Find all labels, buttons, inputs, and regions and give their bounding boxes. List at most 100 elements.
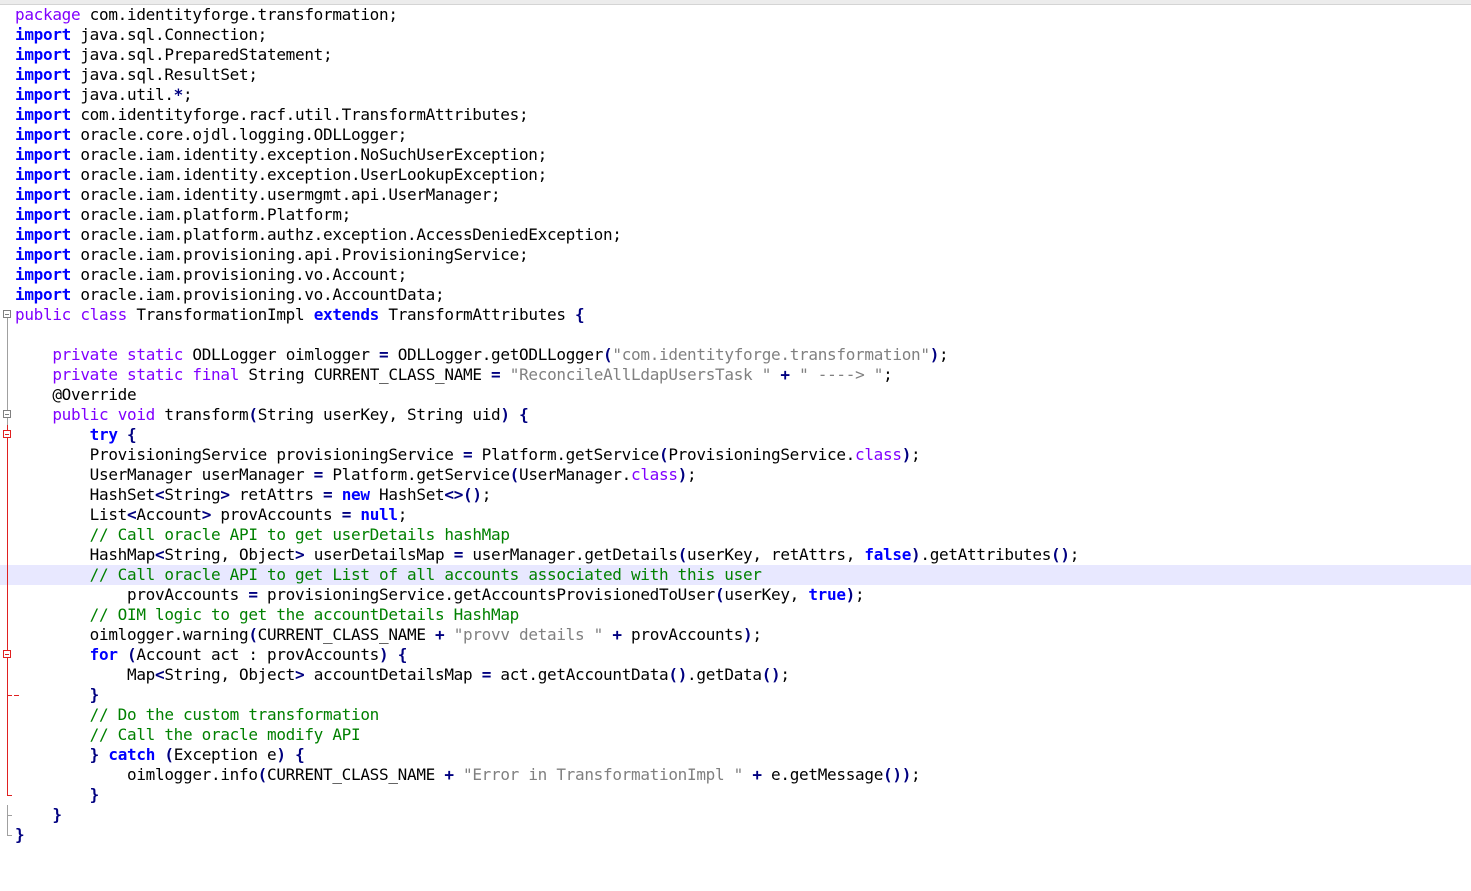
code-token: java.util. bbox=[71, 85, 174, 104]
fold-gutter bbox=[0, 5, 14, 25]
fold-gutter bbox=[0, 45, 14, 65]
fold-guide-line bbox=[7, 445, 8, 465]
keyword-token: import bbox=[15, 85, 71, 104]
fold-guide-line bbox=[7, 625, 8, 645]
fold-collapse-icon[interactable] bbox=[3, 310, 11, 318]
modifier-token: static bbox=[127, 345, 184, 364]
fold-guide-line bbox=[7, 565, 8, 585]
code-line[interactable]: public class TransformationImpl extends … bbox=[0, 305, 1471, 325]
code-line[interactable]: package com.identityforge.transformation… bbox=[0, 5, 1471, 25]
code-line[interactable]: import java.sql.ResultSet; bbox=[0, 65, 1471, 85]
code-token: ; bbox=[183, 85, 193, 104]
code-line[interactable]: HashSet<String> retAttrs = new HashSet<>… bbox=[0, 485, 1471, 505]
operator-token: { bbox=[519, 405, 529, 424]
code-line[interactable]: } bbox=[0, 805, 1471, 825]
fold-collapse-icon[interactable] bbox=[3, 410, 11, 418]
code-text: HashSet<String> retAttrs = new HashSet<>… bbox=[15, 485, 492, 505]
code-token: Exception e bbox=[173, 745, 277, 764]
code-line[interactable]: import oracle.iam.identity.exception.Use… bbox=[0, 165, 1471, 185]
code-line[interactable]: provAccounts = provisioningService.getAc… bbox=[0, 585, 1471, 605]
code-token: HashSet bbox=[369, 485, 445, 504]
code-line[interactable]: try { bbox=[0, 425, 1471, 445]
fold-gutter bbox=[0, 785, 14, 805]
code-token: ; bbox=[939, 345, 949, 364]
code-token: java.sql.ResultSet; bbox=[71, 65, 258, 84]
code-token: ; bbox=[752, 625, 762, 644]
keyword-token: import bbox=[15, 45, 71, 64]
code-line[interactable] bbox=[0, 325, 1471, 345]
fold-guide-line bbox=[7, 816, 8, 825]
code-editor[interactable]: package com.identityforge.transformation… bbox=[0, 5, 1471, 851]
operator-token: ( bbox=[714, 585, 725, 604]
code-text: import oracle.iam.platform.authz.excepti… bbox=[15, 225, 622, 245]
code-token: ; bbox=[883, 365, 893, 384]
code-line[interactable]: public void transform(String userKey, St… bbox=[0, 405, 1471, 425]
code-line[interactable]: import oracle.iam.identity.exception.NoS… bbox=[0, 145, 1471, 165]
code-line[interactable]: for (Account act : provAccounts) { bbox=[0, 645, 1471, 665]
code-line[interactable]: UserManager userManager = Platform.getSe… bbox=[0, 465, 1471, 485]
code-line[interactable]: import oracle.iam.identity.usermgmt.api.… bbox=[0, 185, 1471, 205]
operator-token: ) bbox=[276, 745, 286, 764]
code-line[interactable]: // Call the oracle modify API bbox=[0, 725, 1471, 745]
code-text: import java.sql.ResultSet; bbox=[15, 65, 258, 85]
code-line[interactable]: Map<String, Object> accountDetailsMap = … bbox=[0, 665, 1471, 685]
code-line[interactable]: import java.sql.PreparedStatement; bbox=[0, 45, 1471, 65]
code-line[interactable]: // OIM logic to get the accountDetails H… bbox=[0, 605, 1471, 625]
code-line[interactable]: import oracle.iam.provisioning.vo.Accoun… bbox=[0, 285, 1471, 305]
fold-guide-line bbox=[7, 585, 8, 605]
operator-token: <>() bbox=[444, 485, 482, 504]
code-line[interactable]: import oracle.iam.provisioning.api.Provi… bbox=[0, 245, 1471, 265]
code-line[interactable]: private static final String CURRENT_CLAS… bbox=[0, 365, 1471, 385]
code-line[interactable]: import java.util.*; bbox=[0, 85, 1471, 105]
code-line[interactable]: import com.identityforge.racf.util.Trans… bbox=[0, 105, 1471, 125]
operator-token: () bbox=[761, 665, 781, 684]
fold-collapse-icon[interactable] bbox=[3, 430, 11, 438]
code-line[interactable]: } catch (Exception e) { bbox=[0, 745, 1471, 765]
operator-token: < bbox=[127, 505, 137, 524]
code-line[interactable]: // Do the custom transformation bbox=[0, 705, 1471, 725]
keyword-token: try bbox=[89, 425, 118, 444]
code-line[interactable]: } bbox=[0, 685, 1471, 705]
code-line[interactable]: import oracle.iam.provisioning.vo.Accoun… bbox=[0, 265, 1471, 285]
operator-token: = bbox=[323, 485, 333, 504]
fold-gutter bbox=[0, 145, 14, 165]
code-line[interactable]: import oracle.iam.platform.authz.excepti… bbox=[0, 225, 1471, 245]
code-line[interactable]: oimlogger.warning(CURRENT_CLASS_NAME + "… bbox=[0, 625, 1471, 645]
code-line[interactable]: @Override bbox=[0, 385, 1471, 405]
comment-token: // OIM logic to get the accountDetails H… bbox=[89, 605, 520, 624]
code-line[interactable]: import java.sql.Connection; bbox=[0, 25, 1471, 45]
code-text: provAccounts = provisioningService.getAc… bbox=[15, 585, 865, 605]
code-line[interactable]: // Call oracle API to get userDetails ha… bbox=[0, 525, 1471, 545]
operator-token: ) bbox=[929, 345, 940, 364]
code-token: oracle.iam.identity.usermgmt.api.UserMan… bbox=[71, 185, 501, 204]
code-line-current[interactable]: // Call oracle API to get List of all ac… bbox=[0, 565, 1471, 585]
code-line[interactable]: ProvisioningService provisioningService … bbox=[0, 445, 1471, 465]
string-token: "provv details " bbox=[453, 625, 604, 644]
fold-collapse-icon[interactable] bbox=[3, 650, 11, 658]
operator-token: < bbox=[155, 665, 165, 684]
code-line[interactable]: import oracle.core.ojdl.logging.ODLLogge… bbox=[0, 125, 1471, 145]
operator-token: ( bbox=[659, 445, 669, 464]
code-line[interactable]: import oracle.iam.platform.Platform; bbox=[0, 205, 1471, 225]
code-text: // Call oracle API to get List of all ac… bbox=[15, 565, 762, 585]
code-line[interactable]: HashMap<String, Object> userDetailsMap =… bbox=[0, 545, 1471, 565]
code-token: CURRENT_CLASS_NAME bbox=[257, 625, 435, 644]
code-line[interactable]: oimlogger.info(CURRENT_CLASS_NAME + "Err… bbox=[0, 765, 1471, 785]
fold-guide-line bbox=[7, 365, 8, 385]
code-line[interactable]: private static ODLLogger oimlogger = ODL… bbox=[0, 345, 1471, 365]
operator-token: ) bbox=[911, 545, 921, 564]
code-token: HashMap bbox=[15, 545, 156, 564]
code-token: oracle.iam.identity.exception.UserLookup… bbox=[71, 165, 547, 184]
code-text: public void transform(String userKey, St… bbox=[15, 405, 528, 425]
code-text: } bbox=[15, 805, 62, 825]
code-token: HashSet bbox=[15, 485, 156, 504]
code-line[interactable]: } bbox=[0, 785, 1471, 805]
code-line[interactable]: List<Account> provAccounts = null; bbox=[0, 505, 1471, 525]
code-text: } bbox=[15, 685, 100, 705]
code-line[interactable]: } bbox=[0, 825, 1471, 845]
